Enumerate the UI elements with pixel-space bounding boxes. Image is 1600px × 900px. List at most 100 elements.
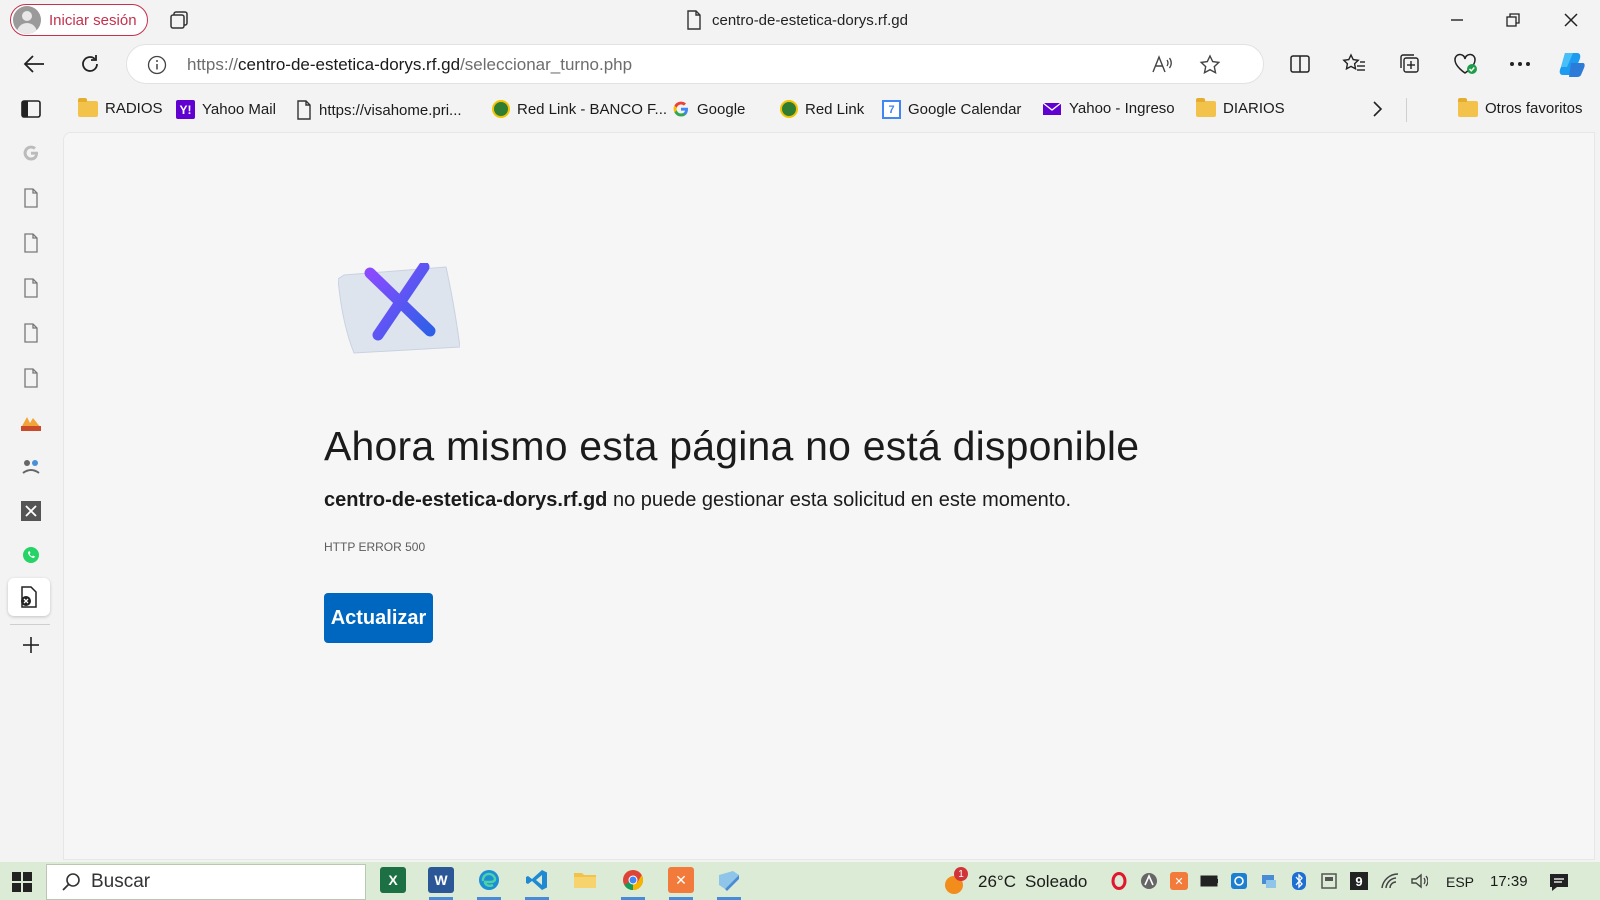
error-host: centro-de-estetica-dorys.rf.gd xyxy=(324,489,608,511)
weather-description[interactable]: Soleado xyxy=(1025,872,1087,892)
tray-device-icon[interactable] xyxy=(1320,872,1338,890)
favorite-diarios[interactable]: DIARIOS xyxy=(1196,97,1285,117)
windows-start-icon[interactable] xyxy=(12,872,32,892)
file-explorer-icon[interactable] xyxy=(572,867,598,893)
yahoo-icon: Y! xyxy=(176,100,195,119)
url-text[interactable]: https://centro-de-estetica-dorys.rf.gd/s… xyxy=(187,55,632,75)
x-tab-icon[interactable] xyxy=(18,498,44,524)
vertical-tabs-sidebar xyxy=(0,92,62,862)
back-button[interactable] xyxy=(18,48,50,80)
mail-icon xyxy=(1042,101,1062,115)
chevron-right-icon[interactable] xyxy=(1370,100,1384,118)
google-tab-icon[interactable] xyxy=(18,140,44,166)
collections-icon[interactable] xyxy=(1394,48,1426,80)
tab-actions-icon[interactable] xyxy=(18,96,44,122)
edge-app-icon[interactable] xyxy=(476,867,502,893)
word-app-icon[interactable]: W xyxy=(428,867,454,893)
notifications-icon[interactable] xyxy=(1548,871,1570,893)
refresh-icon[interactable] xyxy=(74,48,106,80)
page-content: Ahora mismo esta página no está disponib… xyxy=(63,132,1595,860)
address-bar[interactable]: https://centro-de-estetica-dorys.rf.gd/s… xyxy=(126,44,1264,84)
tab-title[interactable]: centro-de-estetica-dorys.rf.gd xyxy=(686,10,908,30)
error-description: centro-de-estetica-dorys.rf.gd no puede … xyxy=(324,489,1071,512)
redlink-icon xyxy=(780,100,798,118)
avatar-icon xyxy=(13,6,41,34)
error-illustration-icon xyxy=(338,263,460,355)
tray-nine-icon[interactable]: 9 xyxy=(1350,872,1368,890)
tray-app-icon[interactable] xyxy=(1140,872,1158,890)
minimize-button[interactable] xyxy=(1442,6,1472,34)
error-title: Ahora mismo esta página no está disponib… xyxy=(324,423,1140,469)
pma-tab-icon[interactable] xyxy=(18,410,44,436)
active-tab-error-icon[interactable] xyxy=(8,578,50,616)
weather-badge: 1 xyxy=(954,867,968,881)
network-share-icon[interactable] xyxy=(1260,872,1278,890)
favorite-yahoo-ingreso[interactable]: Yahoo - Ingreso xyxy=(1042,100,1175,117)
add-favorite-icon[interactable] xyxy=(1199,54,1221,76)
folder-icon xyxy=(1196,97,1216,117)
tray-blue-icon[interactable] xyxy=(1230,872,1248,890)
more-options-icon[interactable] xyxy=(1504,48,1536,80)
refresh-button[interactable]: Actualizar xyxy=(324,593,433,643)
favorite-google-calendar[interactable]: 7 Google Calendar xyxy=(882,100,1021,119)
other-favorites[interactable]: Otros favoritos xyxy=(1458,97,1583,117)
page-icon xyxy=(297,100,311,120)
signin-button[interactable]: Iniciar sesión xyxy=(10,4,148,36)
close-button[interactable] xyxy=(1556,6,1586,34)
read-aloud-icon[interactable] xyxy=(1151,54,1173,76)
favorite-redlink-banco[interactable]: Red Link - BANCO F... xyxy=(492,100,667,118)
sidebar-divider xyxy=(10,624,50,625)
navigation-bar: https://centro-de-estetica-dorys.rf.gd/s… xyxy=(0,40,1600,88)
weather-icon[interactable]: 1 xyxy=(942,867,968,895)
favorite-yahoo-mail[interactable]: Y! Yahoo Mail xyxy=(176,100,276,119)
page-tab-icon[interactable] xyxy=(18,275,44,301)
site-info-icon[interactable] xyxy=(147,55,167,75)
favorite-radios[interactable]: RADIOS xyxy=(78,97,163,117)
xampp-tray-icon[interactable]: ✕ xyxy=(1170,872,1188,890)
browser-essentials-icon[interactable] xyxy=(1450,48,1482,80)
whatsapp-tab-icon[interactable] xyxy=(18,542,44,568)
vscode-app-icon[interactable] xyxy=(524,867,550,893)
favorite-redlink[interactable]: Red Link xyxy=(780,100,864,118)
page-icon xyxy=(687,10,701,30)
tab-title-text: centro-de-estetica-dorys.rf.gd xyxy=(712,11,908,29)
weather-temperature[interactable]: 26°C xyxy=(978,872,1016,892)
language-indicator[interactable]: ESP xyxy=(1446,874,1474,890)
favorite-visahome[interactable]: https://visahome.pri... xyxy=(296,100,462,120)
excel-app-icon[interactable]: X xyxy=(380,867,406,893)
error-message: no puede gestionar esta solicitud en est… xyxy=(607,489,1072,511)
clock-time[interactable]: 17:39 xyxy=(1490,873,1528,890)
favorites-bar: RADIOS Y! Yahoo Mail https://visahome.pr… xyxy=(60,92,1600,128)
search-label: Buscar xyxy=(91,871,151,892)
taskbar-search-input[interactable]: Buscar xyxy=(46,864,366,900)
app-window-icon[interactable] xyxy=(716,867,742,893)
opera-icon[interactable] xyxy=(1110,872,1128,890)
new-tab-icon[interactable] xyxy=(18,632,44,658)
calendar-icon: 7 xyxy=(882,100,901,119)
workspaces-icon[interactable] xyxy=(168,9,190,31)
chrome-app-icon[interactable] xyxy=(620,867,646,893)
favorite-google[interactable]: Google xyxy=(672,100,745,118)
page-tab-icon[interactable] xyxy=(18,185,44,211)
wifi-icon[interactable] xyxy=(1380,872,1398,890)
error-code: HTTP ERROR 500 xyxy=(324,540,426,554)
xampp-app-icon[interactable]: ✕ xyxy=(668,867,694,893)
signin-label: Iniciar sesión xyxy=(49,11,137,29)
battery-icon[interactable] xyxy=(1200,872,1218,890)
split-screen-icon[interactable] xyxy=(1284,48,1316,80)
folder-icon xyxy=(1458,97,1478,117)
copilot-icon[interactable] xyxy=(1556,48,1588,80)
page-tab-icon[interactable] xyxy=(18,320,44,346)
restore-button[interactable] xyxy=(1498,6,1528,34)
taskbar: Buscar X W ✕ 1 26°C Soleado ✕ 9 ESP 17:3… xyxy=(0,862,1600,900)
search-icon xyxy=(62,873,80,891)
folder-icon xyxy=(78,97,98,117)
title-bar: Iniciar sesión centro-de-estetica-dorys.… xyxy=(0,0,1600,40)
app-tab-icon[interactable] xyxy=(18,454,44,480)
page-tab-icon[interactable] xyxy=(18,230,44,256)
redlink-icon xyxy=(492,100,510,118)
bluetooth-icon[interactable] xyxy=(1290,872,1308,890)
favorites-icon[interactable] xyxy=(1338,48,1370,80)
volume-icon[interactable] xyxy=(1410,872,1428,890)
page-tab-icon[interactable] xyxy=(18,365,44,391)
